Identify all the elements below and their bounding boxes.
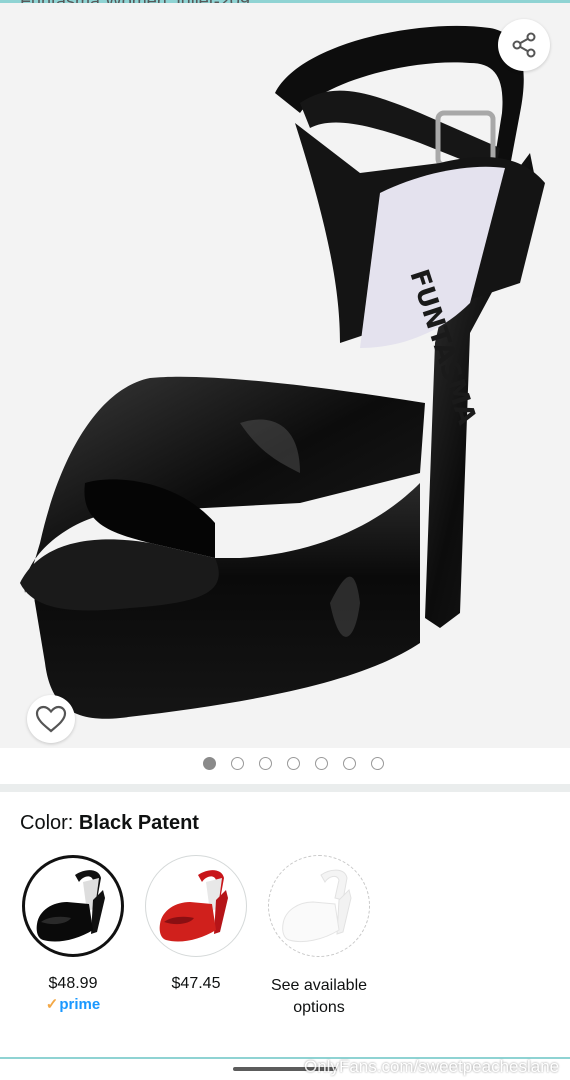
share-button[interactable]: [498, 19, 550, 71]
color-option-black[interactable]: $48.99 ✓ prime: [21, 855, 125, 1013]
red-shoe-thumbnail: [159, 870, 228, 942]
add-to-list-button[interactable]: [27, 695, 75, 743]
image-dot[interactable]: [202, 757, 216, 770]
prime-check-icon: ✓: [45, 996, 59, 1013]
image-dot[interactable]: [258, 757, 272, 770]
product-image[interactable]: FUNTASMA: [0, 3, 570, 748]
image-dot[interactable]: [314, 757, 328, 770]
color-option-red[interactable]: $47.45: [144, 855, 248, 993]
image-dot[interactable]: [286, 757, 300, 770]
watermark-text: OnlyFans.com/sweetpeacheslane: [304, 1057, 560, 1076]
selected-color-value: Black Patent: [78, 812, 199, 834]
share-icon: [512, 32, 536, 58]
heart-outline-icon: [35, 705, 67, 733]
color-swatch-image[interactable]: [22, 855, 124, 957]
image-pagination: [0, 757, 570, 773]
section-divider: [0, 784, 570, 792]
image-dot[interactable]: [230, 757, 244, 770]
color-label-prefix: Color:: [20, 812, 79, 834]
color-label: Color: Black Patent: [20, 812, 199, 835]
black-shoe-thumbnail: [36, 870, 105, 942]
white-shoe-thumbnail: [282, 869, 352, 943]
swatch-price: $48.99: [48, 975, 98, 992]
image-dot[interactable]: [370, 757, 384, 770]
color-option-white[interactable]: See available options: [267, 855, 371, 1019]
swatch-price: $47.45: [171, 975, 221, 992]
image-dot[interactable]: [342, 757, 356, 770]
swatch-availability-note: See available options: [270, 977, 368, 1016]
color-swatch-image[interactable]: [145, 855, 247, 957]
product-image-viewer[interactable]: FUNTASMA: [0, 3, 570, 748]
prime-text: prime: [59, 995, 101, 1013]
prime-badge: ✓ prime: [45, 995, 101, 1014]
color-swatch-image[interactable]: [268, 855, 370, 957]
